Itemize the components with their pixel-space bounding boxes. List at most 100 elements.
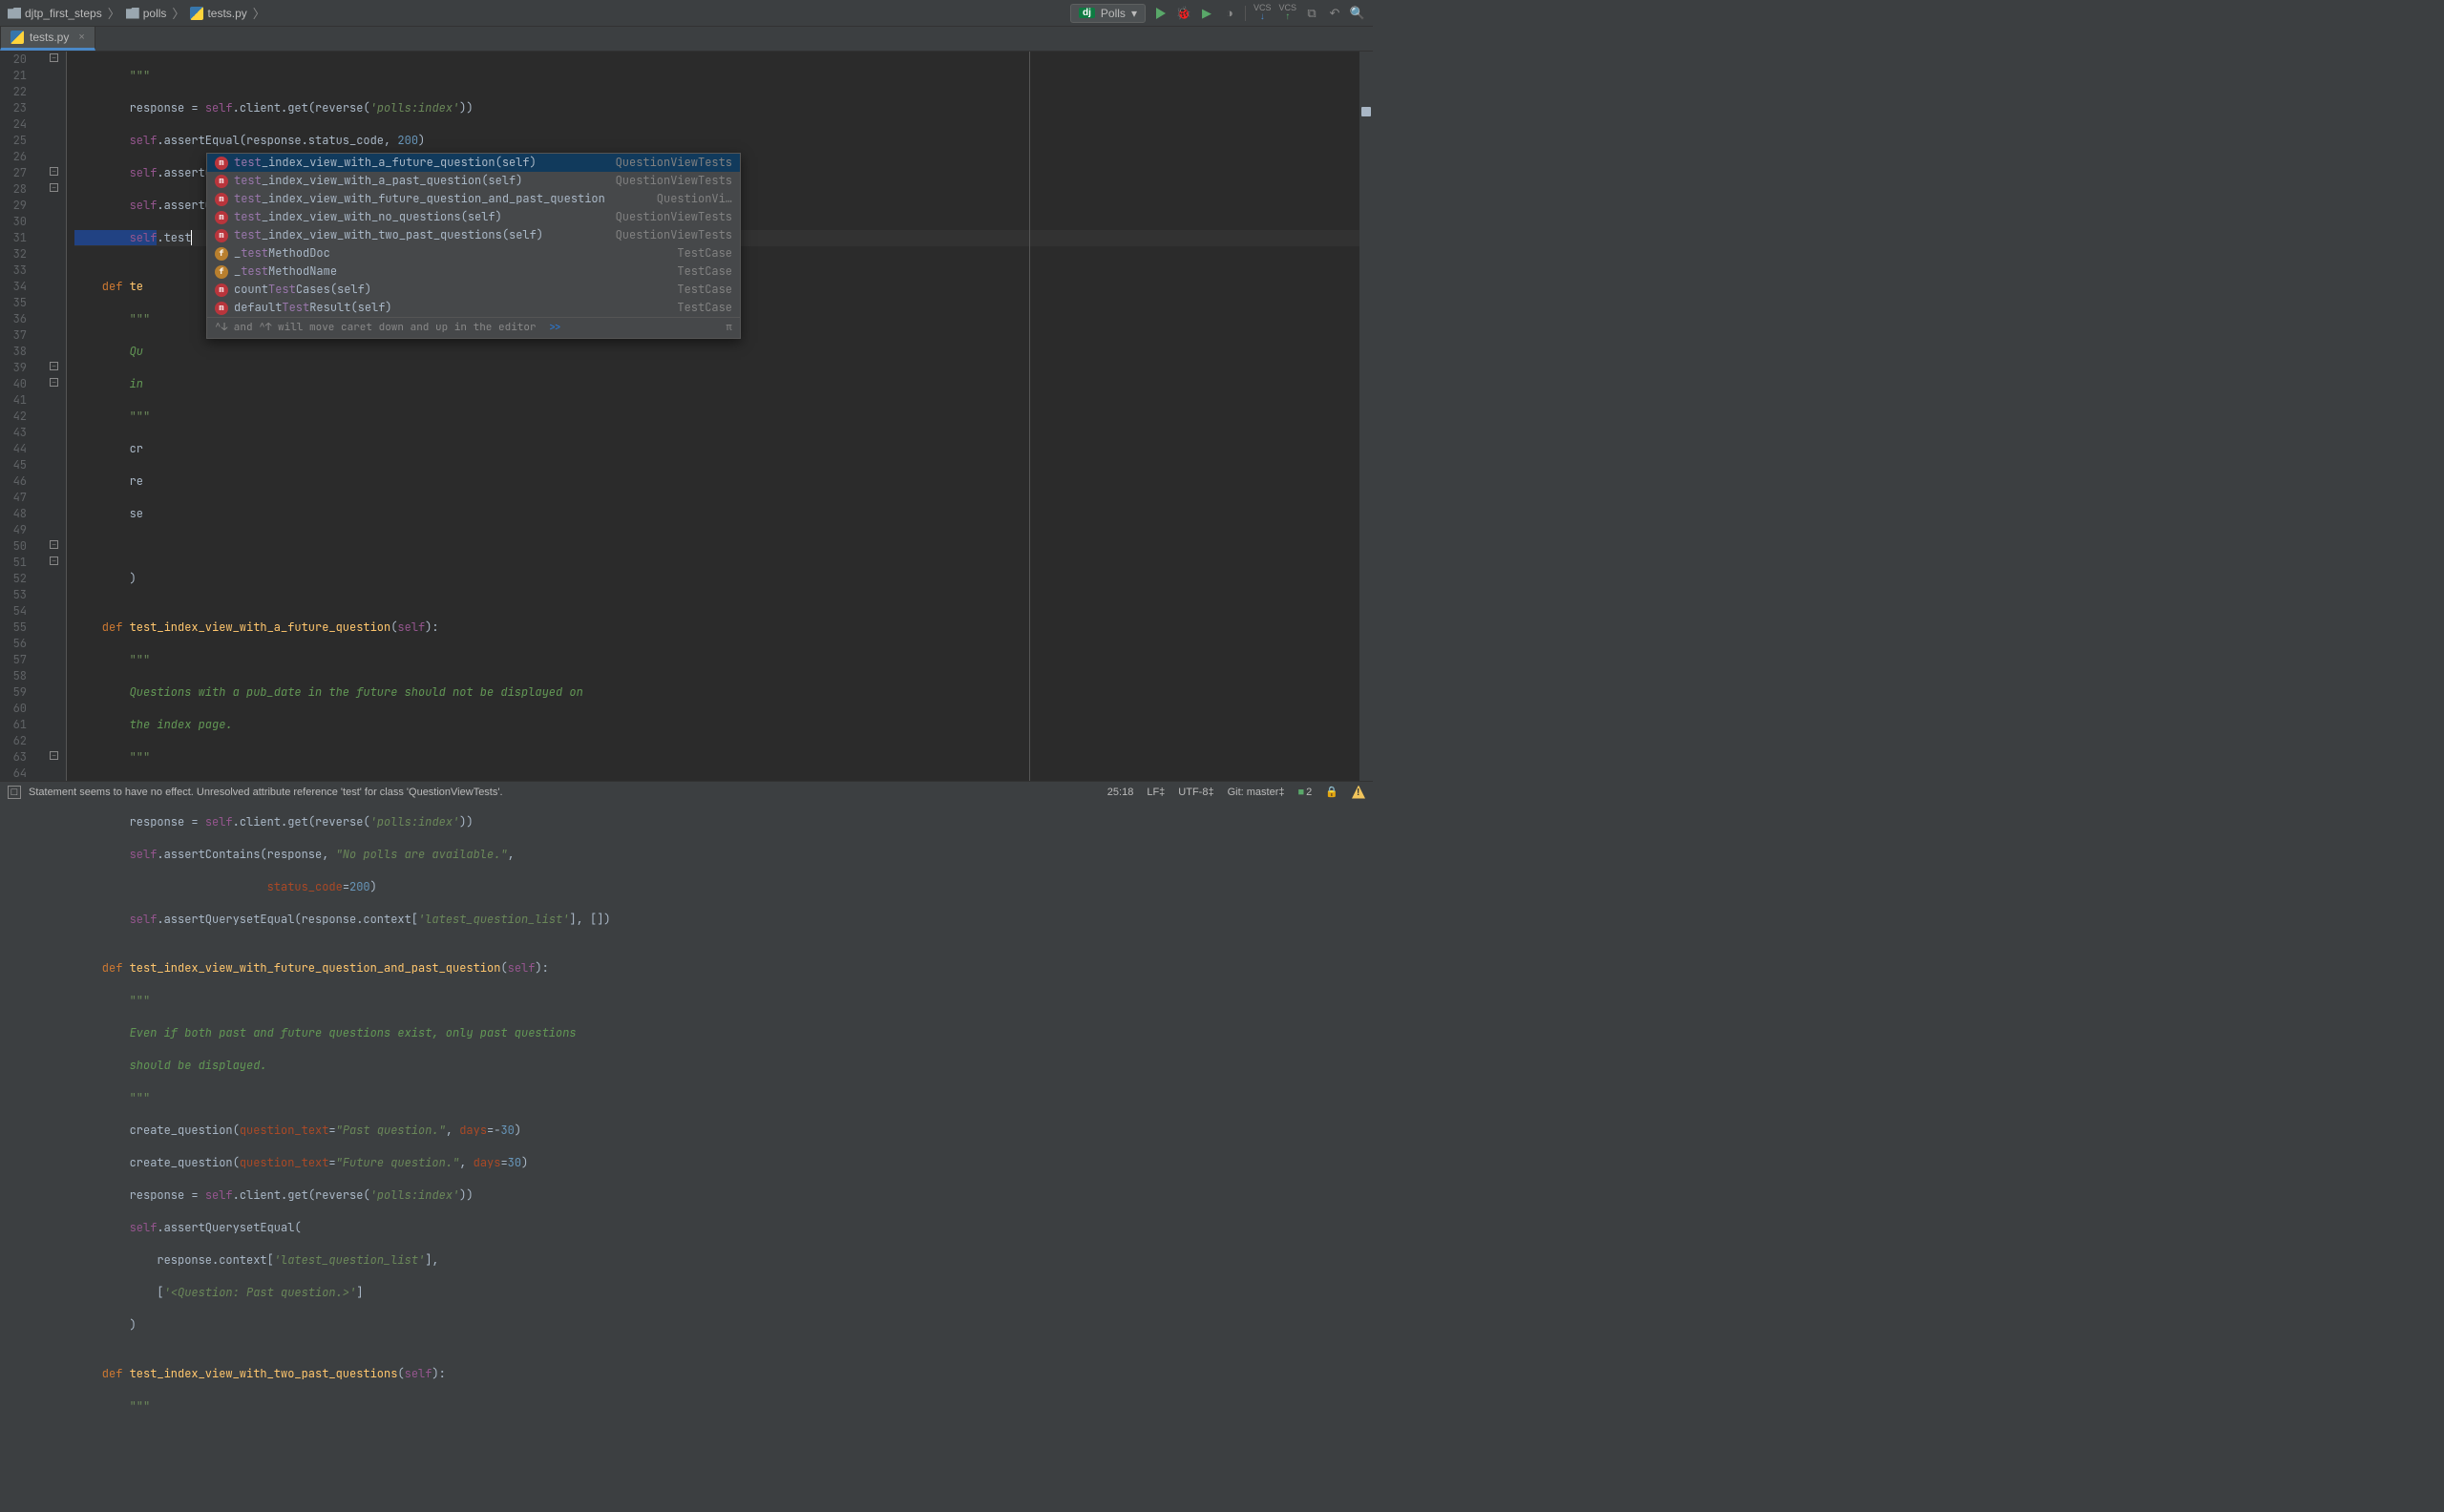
- completion-item-type: QuestionViewTests: [616, 227, 732, 243]
- lock-icon[interactable]: 🔒: [1325, 786, 1338, 798]
- completion-item-name: test_index_view_with_future_question_and…: [234, 191, 605, 207]
- fold-marker[interactable]: −: [50, 378, 58, 387]
- breadcrumb-label: tests.py: [207, 7, 246, 20]
- completion-item[interactable]: m defaultTestResult(self) TestCase: [207, 299, 740, 317]
- completion-item-type: QuestionVi…: [657, 191, 732, 207]
- chevron-right-icon: 〉: [108, 4, 120, 22]
- editor-container: 2021222324252627282930313233343536373839…: [0, 52, 1373, 781]
- folder-icon: [8, 8, 21, 19]
- arrow-down-icon: ↓: [1260, 12, 1265, 22]
- run-config-label: Polls: [1101, 7, 1126, 20]
- completion-item-name: countTestCases(self): [234, 282, 371, 298]
- completion-item-type: QuestionViewTests: [616, 209, 732, 225]
- fold-gutter[interactable]: − − − − − − − −: [44, 52, 67, 781]
- caret-position[interactable]: 25:18: [1107, 787, 1134, 798]
- method-icon: m: [215, 229, 228, 242]
- completion-item[interactable]: m countTestCases(self) TestCase: [207, 281, 740, 299]
- warning-icon[interactable]: [1352, 786, 1365, 799]
- python-file-icon: [11, 31, 24, 44]
- folder-icon: [126, 8, 139, 19]
- pi-icon[interactable]: π: [726, 320, 732, 336]
- breadcrumb-item-project[interactable]: djtp_first_steps: [8, 7, 102, 20]
- method-icon: m: [215, 302, 228, 315]
- breadcrumb-item-folder[interactable]: polls: [126, 7, 167, 20]
- minimap-mark[interactable]: [1361, 107, 1371, 116]
- completion-item-type: TestCase: [677, 263, 732, 280]
- status-bar: □ Statement seems to have no effect. Unr…: [0, 781, 1373, 802]
- vcs-update-button[interactable]: VCS ↓: [1254, 4, 1272, 22]
- completion-popup: m test_index_view_with_a_future_question(…: [206, 153, 741, 339]
- completion-item[interactable]: f_testMethodNameTestCase: [207, 262, 740, 281]
- search-button[interactable]: 🔍: [1350, 6, 1365, 21]
- field-icon: f: [215, 247, 228, 261]
- completion-item-type: QuestionViewTests: [616, 155, 732, 171]
- method-icon: m: [215, 284, 228, 297]
- python-file-icon: [190, 7, 203, 20]
- right-gutter[interactable]: [1359, 52, 1373, 781]
- undo-button[interactable]: ↶: [1327, 6, 1342, 21]
- vcs-commit-button[interactable]: VCS ↑: [1278, 4, 1296, 22]
- editor-tab-bar: tests.py ×: [0, 27, 1373, 52]
- play-icon: [1156, 8, 1166, 19]
- breadcrumb: djtp_first_steps 〉 polls 〉 tests.py 〉: [8, 4, 265, 22]
- breadcrumb-item-file[interactable]: tests.py: [190, 7, 246, 20]
- separator: [1245, 6, 1246, 21]
- completion-item-name: defaultTestResult(self): [234, 300, 392, 316]
- completion-item-type: TestCase: [677, 282, 732, 298]
- fold-marker[interactable]: −: [50, 362, 58, 370]
- completion-item[interactable]: m test_index_view_with_a_future_question(…: [207, 154, 740, 172]
- fold-marker[interactable]: −: [50, 167, 58, 176]
- completion-item[interactable]: m test_index_view_with_a_past_question(se…: [207, 172, 740, 190]
- completion-item[interactable]: m test_index_view_with_future_question_an…: [207, 190, 740, 208]
- status-message: Statement seems to have no effect. Unres…: [29, 787, 503, 798]
- method-icon: m: [215, 211, 228, 224]
- right-margin-guide: [1029, 52, 1030, 781]
- django-icon: dj: [1079, 8, 1095, 18]
- breadcrumb-label: polls: [143, 7, 167, 20]
- arrow-up-icon: ↑: [1285, 12, 1290, 22]
- fold-marker[interactable]: −: [50, 751, 58, 760]
- vcs-history-button[interactable]: ⧉: [1304, 6, 1319, 21]
- completion-item-type: TestCase: [677, 300, 732, 316]
- attach-button[interactable]: ◑: [1222, 6, 1237, 21]
- file-encoding[interactable]: UTF-8‡: [1178, 787, 1213, 798]
- chevron-right-icon: 〉: [253, 4, 265, 22]
- completion-item[interactable]: m test_index_view_with_two_past_questions…: [207, 226, 740, 244]
- breadcrumb-label: djtp_first_steps: [25, 7, 102, 20]
- line-separator[interactable]: LF‡: [1147, 787, 1165, 798]
- coverage-button[interactable]: ▶: [1199, 6, 1214, 21]
- editor-tab[interactable]: tests.py ×: [0, 26, 95, 51]
- git-branch[interactable]: Git: master‡: [1228, 787, 1285, 798]
- nav-bar: djtp_first_steps 〉 polls 〉 tests.py 〉 dj…: [0, 0, 1373, 27]
- completion-item-name: _testMethodDoc: [234, 245, 330, 262]
- run-config-selector[interactable]: dj Polls ▾: [1070, 4, 1146, 23]
- completion-item-name: test_index_view_with_two_past_questions(…: [234, 227, 543, 243]
- fold-marker[interactable]: −: [50, 540, 58, 549]
- close-icon[interactable]: ×: [78, 32, 84, 43]
- completion-item-name: test_index_view_with_a_future_question(s…: [234, 155, 537, 171]
- tab-label: tests.py: [30, 31, 69, 44]
- completion-item-type: TestCase: [677, 245, 732, 262]
- completion-item-name: test_index_view_with_no_questions(self): [234, 209, 502, 225]
- line-number-gutter[interactable]: 2021222324252627282930313233343536373839…: [0, 52, 44, 781]
- method-icon: m: [215, 193, 228, 206]
- completion-item-type: QuestionViewTests: [616, 173, 732, 189]
- field-icon: f: [215, 265, 228, 279]
- completion-settings-link[interactable]: >>: [549, 321, 561, 334]
- method-icon: m: [215, 157, 228, 170]
- chevron-right-icon: 〉: [172, 4, 184, 22]
- run-button[interactable]: [1153, 6, 1169, 21]
- fold-marker[interactable]: −: [50, 556, 58, 565]
- fold-marker[interactable]: −: [50, 183, 58, 192]
- fold-marker[interactable]: −: [50, 53, 58, 62]
- changes-badge[interactable]: ■2: [1298, 787, 1313, 798]
- code-editor[interactable]: """ response = self.client.get(reverse('…: [67, 52, 1359, 781]
- tool-windows-button[interactable]: □: [8, 786, 21, 799]
- completion-item[interactable]: m test_index_view_with_no_questions(self)…: [207, 208, 740, 226]
- debug-button[interactable]: 🐞: [1176, 6, 1191, 21]
- completion-item[interactable]: f _testMethodDoc TestCase: [207, 244, 740, 262]
- completion-item-name: test_index_view_with_a_past_question(sel…: [234, 173, 522, 189]
- chevron-down-icon: ▾: [1131, 7, 1137, 20]
- toolbar-right: dj Polls ▾ 🐞 ▶ ◑ VCS ↓ VCS ↑ ⧉ ↶ 🔍: [1070, 4, 1365, 23]
- method-icon: m: [215, 175, 228, 188]
